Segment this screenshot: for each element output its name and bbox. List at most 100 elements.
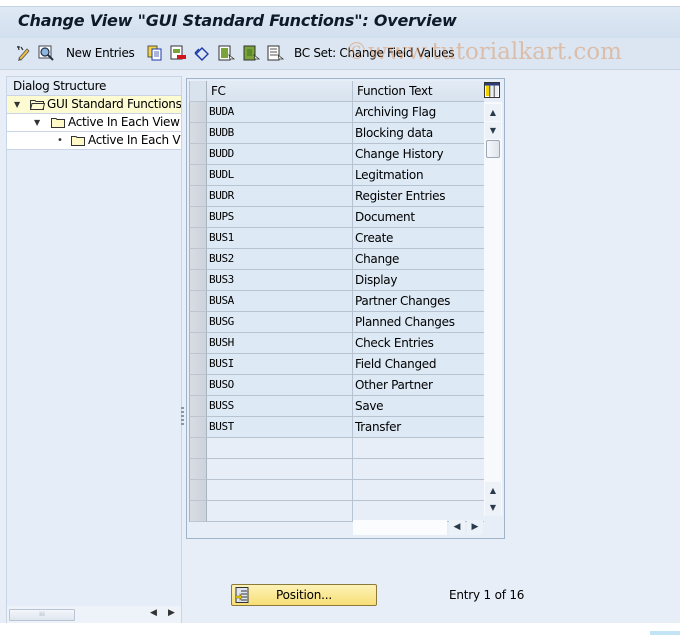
row-selector-button[interactable] <box>189 249 207 270</box>
tree-node-active-in-each-view-sub[interactable]: • Active In Each View <box>7 132 181 150</box>
cell-fc[interactable] <box>207 438 353 459</box>
display-change-icon[interactable] <box>14 44 32 62</box>
position-button[interactable]: Position... <box>231 584 377 606</box>
bc-set-change-field-values-button[interactable]: BC Set: Change Field Values <box>294 46 454 60</box>
table-row[interactable]: BUDA Archiving Flag <box>189 102 484 123</box>
cell-fc[interactable]: BUS1 <box>207 228 353 249</box>
select-all-icon[interactable] <box>217 44 235 62</box>
cell-function-text[interactable]: Create <box>353 228 484 249</box>
table-horizontal-scrollbar[interactable]: ◀ ▶ <box>353 520 502 536</box>
cell-function-text[interactable]: Other Partner <box>353 375 484 396</box>
cell-function-text[interactable]: Archiving Flag <box>353 102 484 123</box>
row-selector-button[interactable] <box>189 165 207 186</box>
cell-function-text[interactable]: Planned Changes <box>353 312 484 333</box>
new-entries-button[interactable]: New Entries <box>66 46 135 60</box>
cell-function-text[interactable]: Document <box>353 207 484 228</box>
table-row[interactable]: BUST Transfer <box>189 417 484 438</box>
row-selector-button[interactable] <box>189 354 207 375</box>
cell-fc[interactable]: BUSH <box>207 333 353 354</box>
cell-function-text[interactable]: Partner Changes <box>353 291 484 312</box>
cell-function-text[interactable] <box>353 480 484 501</box>
details-icon[interactable] <box>37 44 55 62</box>
cell-fc[interactable]: BUSG <box>207 312 353 333</box>
table-vertical-scrollbar[interactable]: ▲ ▼ ▲ ▼ <box>484 102 502 516</box>
cell-fc[interactable]: BUSI <box>207 354 353 375</box>
cell-fc[interactable]: BUDR <box>207 186 353 207</box>
cell-fc[interactable] <box>207 459 353 480</box>
row-selector-button[interactable] <box>189 396 207 417</box>
cell-function-text[interactable]: Change <box>353 249 484 270</box>
row-selector-button[interactable] <box>189 123 207 144</box>
column-header-fc[interactable]: FC <box>207 81 353 102</box>
table-row[interactable]: BUSG Planned Changes <box>189 312 484 333</box>
table-row[interactable]: BUPS Document <box>189 207 484 228</box>
select-block-icon[interactable] <box>242 44 260 62</box>
table-row[interactable]: BUS1 Create <box>189 228 484 249</box>
cell-fc[interactable]: BUS2 <box>207 249 353 270</box>
column-header-function-text[interactable]: Function Text <box>353 81 484 102</box>
cell-fc[interactable]: BUDA <box>207 102 353 123</box>
cell-function-text[interactable]: Change History <box>353 144 484 165</box>
table-row[interactable]: BUSH Check Entries <box>189 333 484 354</box>
scroll-thumb[interactable]: ⁞⁞⁞ <box>9 609 75 621</box>
page-up-icon[interactable]: ▲ <box>485 482 501 499</box>
cell-function-text[interactable] <box>353 438 484 459</box>
expand-arrow-icon[interactable]: ▼ <box>34 114 40 131</box>
scroll-left-icon[interactable]: ◀ <box>150 608 157 618</box>
cell-function-text[interactable]: Legitmation <box>353 165 484 186</box>
row-selector-button[interactable] <box>189 480 207 501</box>
table-row[interactable]: BUSS Save <box>189 396 484 417</box>
scroll-track[interactable] <box>353 520 447 535</box>
row-selector-button[interactable] <box>189 186 207 207</box>
tree-node-active-in-each-view[interactable]: ▼ Active In Each View <box>7 114 181 132</box>
table-row[interactable]: BUDB Blocking data <box>189 123 484 144</box>
table-row[interactable]: BUDD Change History <box>189 144 484 165</box>
table-row-empty[interactable] <box>189 480 484 501</box>
deselect-all-icon[interactable] <box>266 44 284 62</box>
cell-fc[interactable] <box>207 501 353 522</box>
cell-fc[interactable]: BUST <box>207 417 353 438</box>
page-down-icon[interactable]: ▼ <box>485 499 501 516</box>
tree-node-gui-standard-functions[interactable]: ▼ GUI Standard Functions <box>7 96 181 114</box>
dialog-horizontal-scrollbar[interactable]: ⁞⁞⁞ ◀ ▶ <box>7 606 181 623</box>
table-row-empty[interactable] <box>189 438 484 459</box>
row-selector-button[interactable] <box>189 207 207 228</box>
scroll-up-icon[interactable]: ▲ <box>485 104 501 121</box>
cell-function-text[interactable]: Register Entries <box>353 186 484 207</box>
table-row[interactable]: BUS2 Change <box>189 249 484 270</box>
row-selector-button[interactable] <box>189 501 207 522</box>
row-selector-button[interactable] <box>189 102 207 123</box>
row-selector-button[interactable] <box>189 417 207 438</box>
cell-fc[interactable]: BUDB <box>207 123 353 144</box>
cell-fc[interactable]: BUSO <box>207 375 353 396</box>
copy-as-icon[interactable] <box>146 44 164 62</box>
row-selector-button[interactable] <box>189 375 207 396</box>
row-selector-button[interactable] <box>189 333 207 354</box>
row-selector-button[interactable] <box>189 291 207 312</box>
cell-function-text[interactable]: Blocking data <box>353 123 484 144</box>
row-selector-button[interactable] <box>189 438 207 459</box>
cell-fc[interactable]: BUSA <box>207 291 353 312</box>
scroll-right-icon[interactable]: ▶ <box>168 608 175 618</box>
cell-function-text[interactable]: Transfer <box>353 417 484 438</box>
cell-fc[interactable]: BUSS <box>207 396 353 417</box>
splitter-handle[interactable] <box>181 407 184 427</box>
scroll-right-icon[interactable]: ▶ <box>467 520 483 535</box>
cell-fc[interactable]: BUS3 <box>207 270 353 291</box>
cell-fc[interactable]: BUDD <box>207 144 353 165</box>
table-row-empty[interactable] <box>189 501 484 522</box>
table-row[interactable]: BUSO Other Partner <box>189 375 484 396</box>
row-selector-button[interactable] <box>189 228 207 249</box>
undo-change-icon[interactable] <box>193 44 211 62</box>
table-row[interactable]: BUS3 Display <box>189 270 484 291</box>
cell-function-text[interactable]: Display <box>353 270 484 291</box>
delete-icon[interactable] <box>169 44 187 62</box>
table-row-empty[interactable] <box>189 459 484 480</box>
table-row[interactable]: BUDR Register Entries <box>189 186 484 207</box>
table-row[interactable]: BUSA Partner Changes <box>189 291 484 312</box>
cell-function-text[interactable] <box>353 501 484 522</box>
cell-function-text[interactable] <box>353 459 484 480</box>
select-all-rows-button[interactable] <box>189 81 207 102</box>
row-selector-button[interactable] <box>189 312 207 333</box>
scroll-left-icon[interactable]: ◀ <box>449 520 465 535</box>
